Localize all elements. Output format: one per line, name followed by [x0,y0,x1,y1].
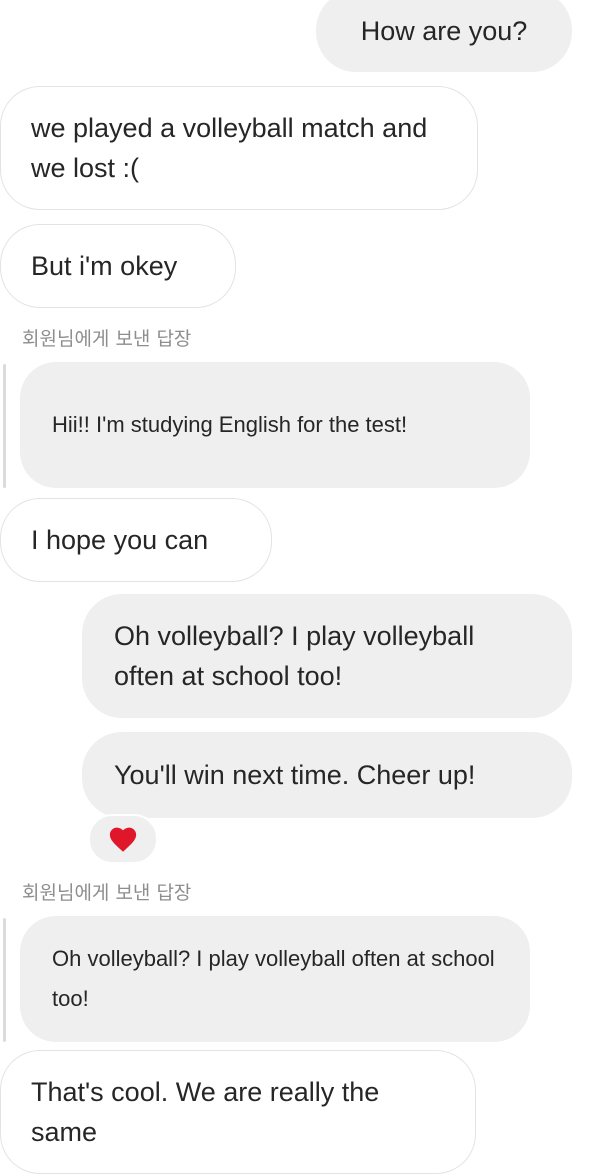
message-text: I hope you can [31,525,209,555]
quoted-reply-bubble[interactable]: Oh volleyball? I play volleyball often a… [20,916,530,1042]
heart-icon [109,827,137,852]
message-text: That's cool. We are really the same [31,1077,380,1147]
reply-indicator-bar [3,364,6,488]
quoted-text: Hii!! I'm studying English for the test! [52,412,408,437]
received-message-bubble[interactable]: we played a volleyball match and we lost… [0,86,478,210]
reply-label: 회원님에게 보낸 답장 [22,882,192,904]
quoted-reply-bubble[interactable]: Hii!! I'm studying English for the test! [20,362,530,488]
received-message-bubble[interactable]: But i'm okey [0,224,236,308]
message-text: How are you? [360,16,528,46]
reply-indicator-bar [3,918,6,1042]
message-reaction[interactable] [88,814,158,864]
received-message-bubble[interactable]: I hope you can [0,498,272,582]
received-message-bubble[interactable]: That's cool. We are really the same [0,1050,476,1174]
message-text: Oh volleyball? I play volleyball often a… [114,621,475,691]
message-text: You'll win next time. Cheer up! [114,760,476,790]
sent-message-bubble[interactable]: How are you? [316,0,572,72]
sent-message-bubble[interactable]: Oh volleyball? I play volleyball often a… [82,594,572,718]
quoted-text: Oh volleyball? I play volleyball often a… [52,946,495,1011]
message-text: But i'm okey [31,251,178,281]
message-text: we played a volleyball match and we lost… [31,113,428,183]
reply-label: 회원님에게 보낸 답장 [22,328,192,350]
sent-message-bubble[interactable]: You'll win next time. Cheer up! [82,732,572,818]
